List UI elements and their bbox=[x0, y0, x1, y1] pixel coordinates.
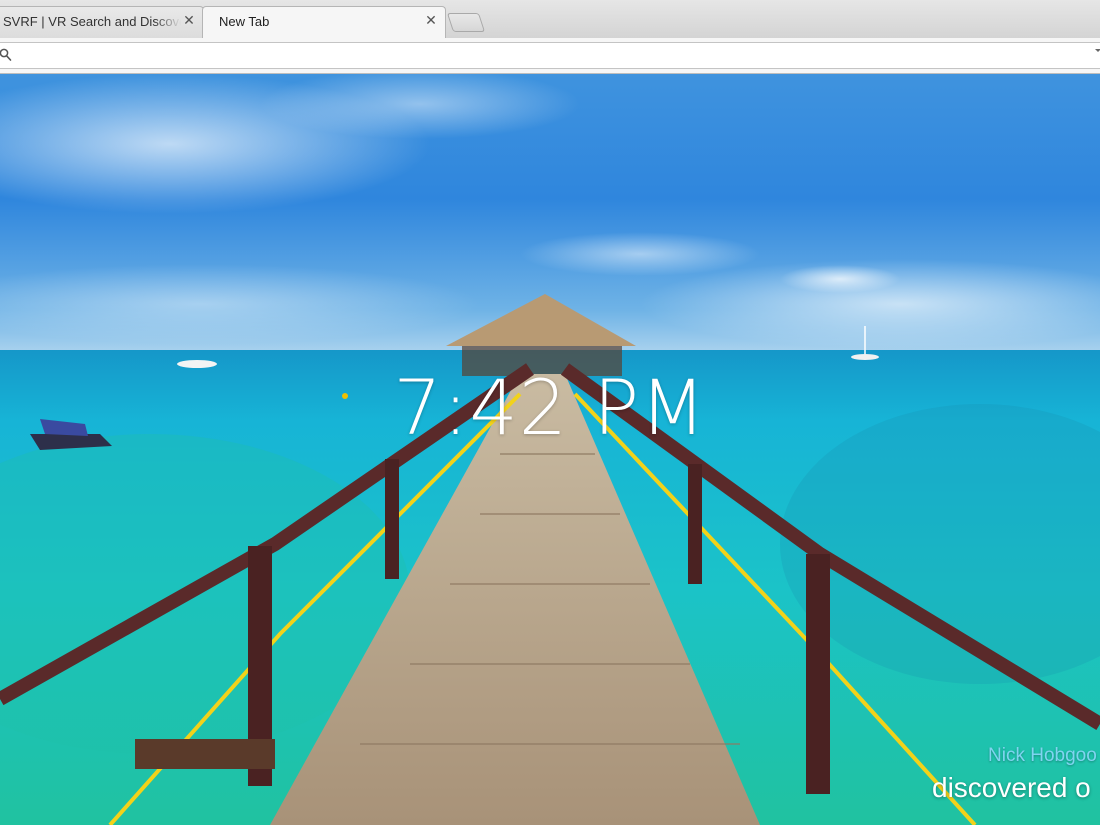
omnibox[interactable] bbox=[0, 42, 1100, 69]
tab-strip: SVRF | VR Search and Discove ✕ New Tab ✕ bbox=[0, 0, 1100, 38]
photographer-name[interactable]: Nick Hobgoo bbox=[988, 745, 1097, 767]
tab-title: SVRF | VR Search and Discove bbox=[3, 14, 181, 29]
discovered-on-label: discovered o bbox=[932, 772, 1091, 803]
chevron-down-icon[interactable] bbox=[1095, 49, 1100, 52]
tab-title: New Tab bbox=[219, 14, 270, 29]
search-icon bbox=[0, 48, 12, 61]
tab-svrf[interactable]: SVRF | VR Search and Discove ✕ bbox=[0, 6, 204, 38]
address-input[interactable] bbox=[17, 45, 1081, 68]
new-tab-page: 7:42 PM Nick Hobgoo discovered o bbox=[0, 74, 1100, 825]
new-tab-button[interactable] bbox=[446, 13, 486, 32]
tab-new-tab[interactable]: New Tab ✕ bbox=[202, 6, 446, 38]
toolbar bbox=[0, 38, 1100, 74]
close-icon[interactable]: ✕ bbox=[181, 12, 197, 28]
close-icon[interactable]: ✕ bbox=[423, 12, 439, 28]
clock: 7:42 PM bbox=[393, 363, 707, 452]
